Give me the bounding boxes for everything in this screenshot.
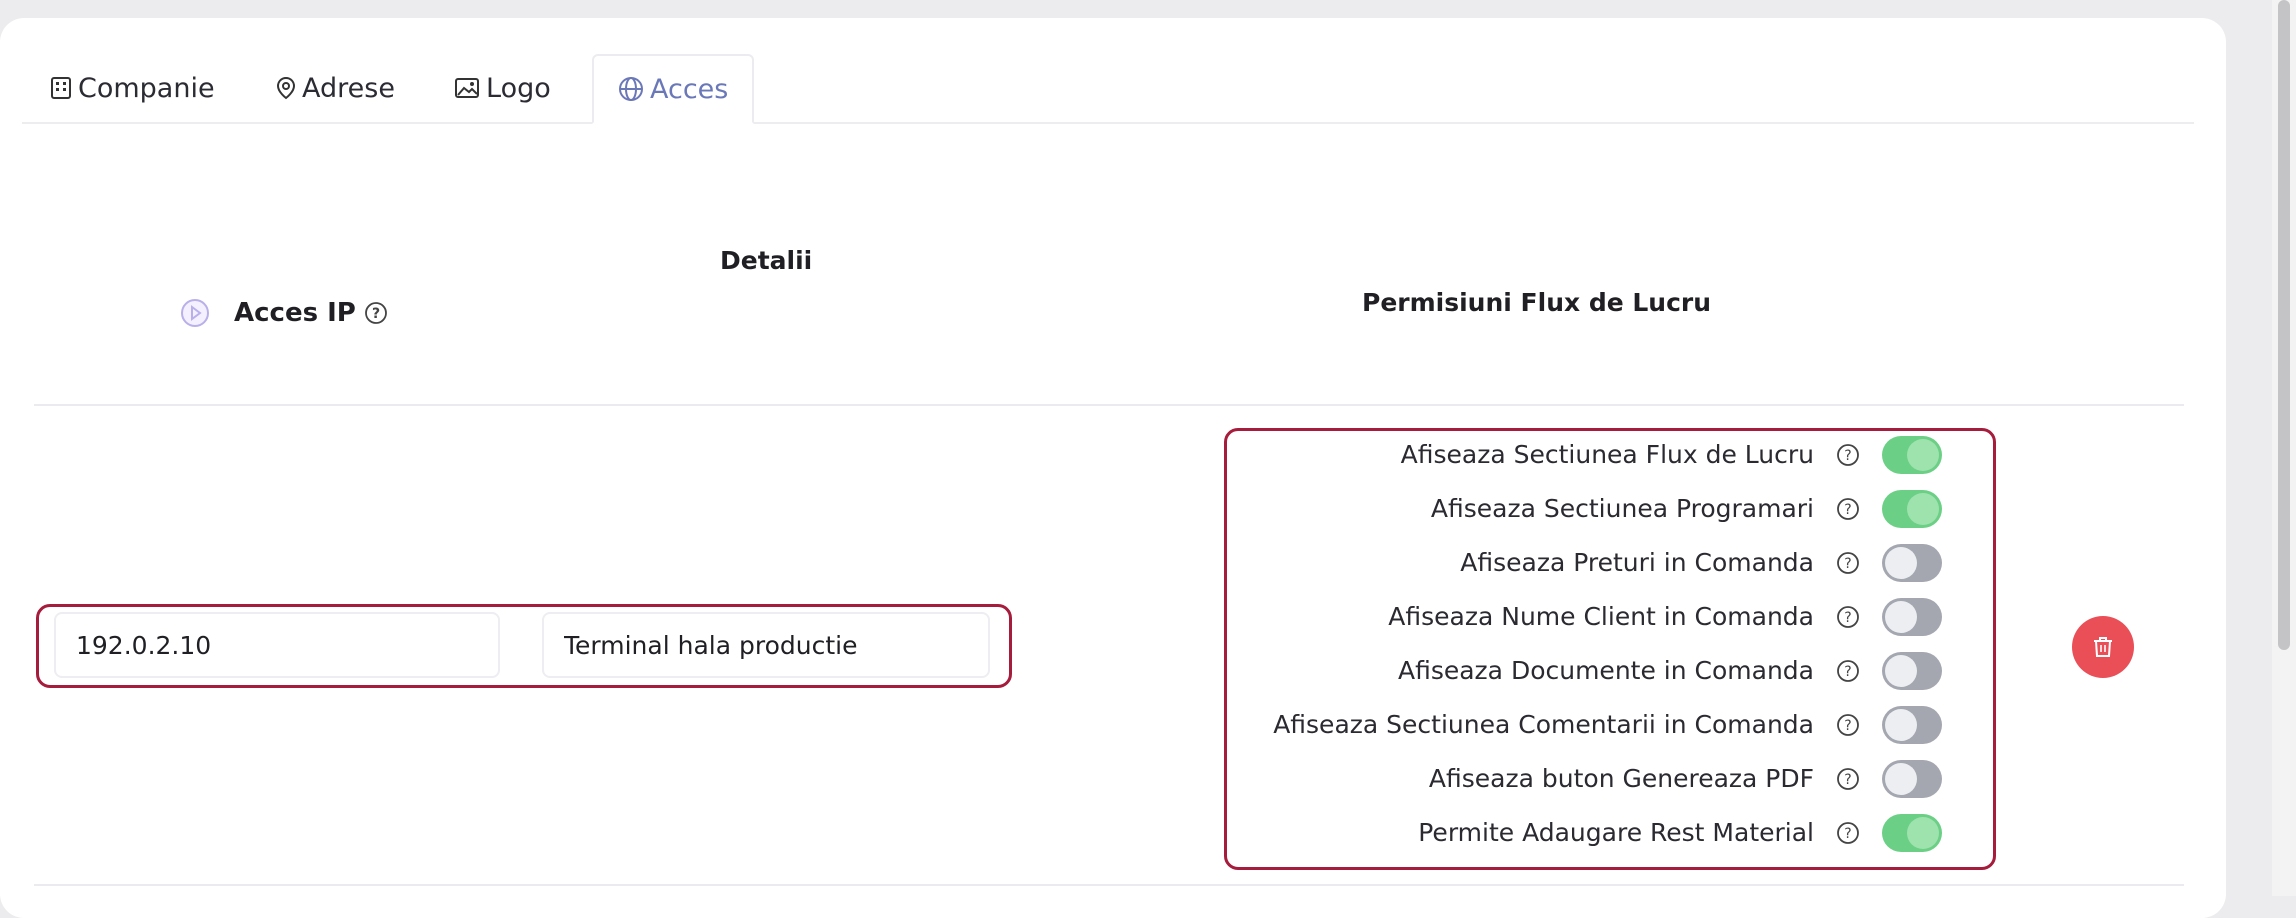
help-icon[interactable]: ? (1836, 443, 1860, 467)
permission-toggle[interactable] (1882, 598, 1942, 636)
permission-toggle[interactable] (1882, 436, 1942, 474)
permission-label: Afiseaza Sectiunea Programari (1430, 494, 1814, 523)
tab-acces[interactable]: Acces (592, 54, 755, 124)
permission-row: Afiseaza Sectiunea Programari? (1230, 484, 1970, 534)
permission-toggle[interactable] (1882, 814, 1942, 852)
tab-adrese[interactable]: Adrese (276, 54, 395, 122)
svg-text:?: ? (1844, 556, 1851, 572)
help-icon[interactable]: ? (1836, 551, 1860, 575)
permission-label: Afiseaza Sectiunea Comentarii in Comanda (1273, 710, 1814, 739)
tab-label: Companie (78, 72, 215, 104)
ip-description-input[interactable] (542, 612, 990, 678)
permission-row: Afiseaza Preturi in Comanda? (1230, 538, 1970, 588)
permission-label: Afiseaza Preturi in Comanda (1460, 548, 1814, 577)
toggle-knob (1907, 493, 1939, 525)
globe-icon (619, 77, 643, 101)
help-icon[interactable]: ? (1836, 659, 1860, 683)
permission-toggle[interactable] (1882, 652, 1942, 690)
help-icon[interactable]: ? (1836, 713, 1860, 737)
svg-text:?: ? (372, 306, 380, 322)
tab-bar: Companie Adrese Logo Acces (22, 54, 2194, 124)
image-icon (455, 78, 479, 98)
toggle-knob (1885, 709, 1917, 741)
details-header: Detalii (720, 246, 813, 275)
tab-label: Acces (650, 73, 729, 105)
tab-companie[interactable]: Companie (50, 54, 215, 122)
permission-row: Afiseaza Sectiunea Flux de Lucru? (1230, 430, 1970, 480)
toggle-knob (1885, 763, 1917, 795)
permission-toggle[interactable] (1882, 760, 1942, 798)
permission-row: Afiseaza Sectiunea Comentarii in Comanda… (1230, 700, 1970, 750)
permission-toggle[interactable] (1882, 490, 1942, 528)
permission-label: Afiseaza Documente in Comanda (1397, 656, 1814, 685)
help-icon[interactable]: ? (364, 301, 388, 325)
delete-button[interactable] (2072, 616, 2134, 678)
tab-label: Logo (486, 72, 551, 104)
toggle-knob (1907, 439, 1939, 471)
svg-text:?: ? (1844, 502, 1851, 518)
svg-text:?: ? (1844, 448, 1851, 464)
toggle-knob (1885, 547, 1917, 579)
help-icon[interactable]: ? (1836, 605, 1860, 629)
help-icon[interactable]: ? (1836, 821, 1860, 845)
permission-row: Permite Adaugare Rest Material? (1230, 808, 1970, 858)
workflow-permissions-header: Permisiuni Flux de Lucru (1362, 288, 1712, 317)
toggle-knob (1885, 655, 1917, 687)
ip-address-input[interactable] (54, 612, 500, 678)
ip-access-label: Acces IP (234, 298, 356, 328)
permission-label: Afiseaza Sectiunea Flux de Lucru (1400, 440, 1814, 469)
permission-label: Afiseaza Nume Client in Comanda (1388, 602, 1814, 631)
help-icon[interactable]: ? (1836, 767, 1860, 791)
toggle-knob (1885, 601, 1917, 633)
map-pin-icon (276, 76, 296, 100)
svg-text:?: ? (1844, 664, 1851, 680)
tab-label: Adrese (302, 72, 395, 104)
svg-text:?: ? (1844, 718, 1851, 734)
play-circle-icon[interactable] (180, 298, 210, 328)
permission-toggle[interactable] (1882, 544, 1942, 582)
building-icon (51, 77, 71, 99)
tab-logo[interactable]: Logo (454, 54, 551, 122)
svg-text:?: ? (1844, 772, 1851, 788)
header-divider (34, 404, 2184, 406)
help-icon[interactable]: ? (1836, 497, 1860, 521)
permission-label: Afiseaza buton Genereaza PDF (1428, 764, 1814, 793)
svg-text:?: ? (1844, 610, 1851, 626)
trash-icon (2094, 637, 2112, 657)
permission-row: Afiseaza Nume Client in Comanda? (1230, 592, 1970, 642)
permission-row: Afiseaza Documente in Comanda? (1230, 646, 1970, 696)
permission-row: Afiseaza buton Genereaza PDF? (1230, 754, 1970, 804)
permission-label: Permite Adaugare Rest Material (1418, 818, 1814, 847)
svg-text:?: ? (1844, 826, 1851, 842)
toggle-knob (1907, 817, 1939, 849)
scrollbar-thumb[interactable] (2278, 0, 2290, 650)
ip-access-header: Acces IP ? (234, 298, 388, 328)
row-divider (34, 884, 2184, 886)
permission-toggle[interactable] (1882, 706, 1942, 744)
